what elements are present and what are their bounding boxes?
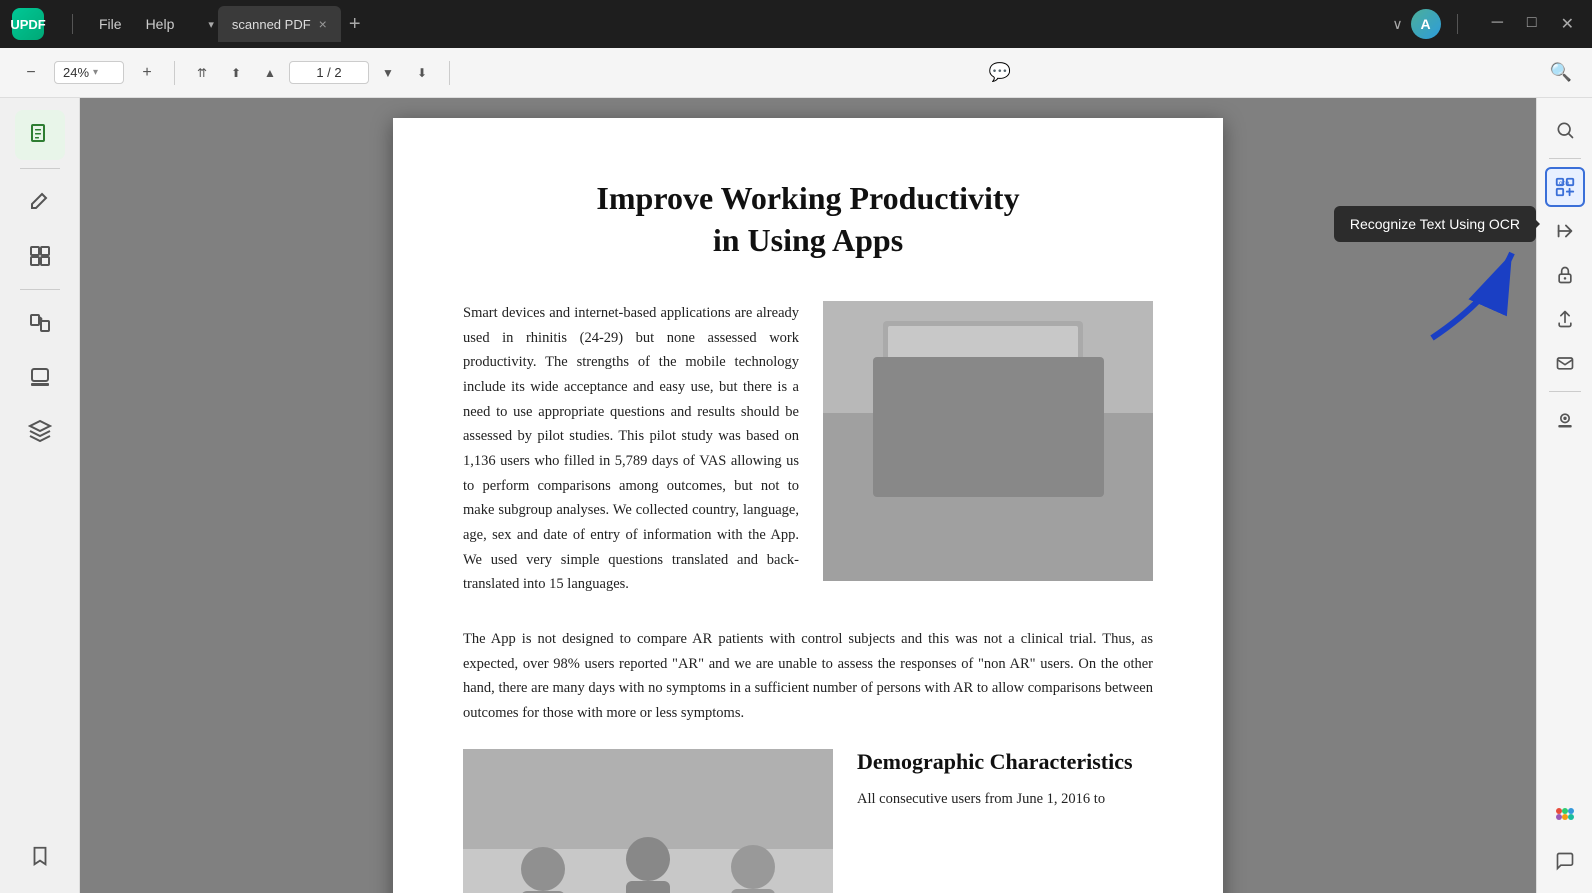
pdf-paragraph-3: All consecutive users from June 1, 2016 … <box>857 787 1153 812</box>
sidebar-item-stamp[interactable] <box>15 352 65 402</box>
zoom-out-button[interactable]: − <box>16 58 46 88</box>
pdf-area[interactable]: Improve Working Productivity in Using Ap… <box>80 98 1536 893</box>
page-navigation: ⇈ ⬆ ▲ ▼ ⬇ <box>187 58 437 88</box>
right-search-icon <box>1555 120 1575 140</box>
right-sep-1 <box>1549 158 1581 159</box>
titlebar-divider <box>72 14 73 34</box>
tab-scanned-pdf[interactable]: scanned PDF × <box>218 6 341 42</box>
convert-icon <box>28 311 52 335</box>
meeting-scene-graphic <box>823 301 1153 581</box>
apps-button[interactable] <box>1545 797 1585 837</box>
nav-prev-button[interactable]: ▲ <box>255 58 285 88</box>
apps-icon <box>1553 805 1577 829</box>
right-sidebar-bottom <box>1545 797 1585 881</box>
sidebar-item-bookmark[interactable] <box>15 831 65 881</box>
pdf-section-title: Demographic Characteristics <box>857 749 1153 775</box>
convert-export-icon <box>1554 220 1576 242</box>
app-logo[interactable]: UPDF <box>12 8 44 40</box>
pdf-content-row: Smart devices and internet-based applica… <box>463 301 1153 597</box>
email-button[interactable] <box>1545 343 1585 383</box>
ocr-icon: OCR <box>1554 176 1576 198</box>
titlebar-right: ∨ A ─ □ ✕ <box>1392 9 1580 39</box>
bookmark-icon <box>29 845 51 867</box>
stamp-button[interactable] <box>1545 400 1585 440</box>
meeting-svg <box>823 301 1153 581</box>
tab-label: scanned PDF <box>232 17 311 32</box>
comment-button[interactable]: 💬 <box>983 56 1017 90</box>
close-button[interactable]: ✕ <box>1555 12 1580 36</box>
titlebar-right-divider <box>1457 14 1458 34</box>
share-button[interactable] <box>1545 299 1585 339</box>
convert-export-button[interactable] <box>1545 211 1585 251</box>
search-icon-btn[interactable]: 🔍 <box>1546 58 1576 88</box>
edit-icon <box>28 190 52 214</box>
titlebar: UPDF File Help ▾ scanned PDF × + ∨ A ─ □… <box>0 0 1592 48</box>
zoom-display[interactable]: 24% ▾ <box>54 61 124 84</box>
pdf-paragraph-2: The App is not designed to compare AR pa… <box>463 627 1153 726</box>
stamp2-icon <box>1555 410 1575 430</box>
chat-button[interactable] <box>1545 841 1585 881</box>
sidebar-item-organize[interactable] <box>15 231 65 281</box>
svg-text:OCR: OCR <box>1559 180 1570 185</box>
sidebar-item-convert[interactable] <box>15 298 65 348</box>
pdf-page: Improve Working Productivity in Using Ap… <box>393 118 1223 893</box>
zoom-level-text: 24% <box>63 65 89 80</box>
right-search-button[interactable] <box>1545 110 1585 150</box>
ocr-button[interactable]: OCR <box>1545 167 1585 207</box>
titlebar-menu: File Help <box>89 12 184 36</box>
pdf-title: Improve Working Productivity in Using Ap… <box>463 178 1153 261</box>
toolbar-separator-1 <box>174 61 175 85</box>
left-sidebar <box>0 98 80 893</box>
left-sidebar-bottom <box>15 831 65 881</box>
zoom-in-icon: + <box>142 64 151 82</box>
window-chevron-icon[interactable]: ∨ <box>1392 16 1402 33</box>
right-sep-2 <box>1549 391 1581 392</box>
lock-icon <box>1555 265 1575 285</box>
window-controls: ─ □ ✕ <box>1486 12 1580 36</box>
chat-icon <box>1555 851 1575 871</box>
pdf-bottom-image <box>463 749 833 893</box>
sidebar-item-layers[interactable] <box>15 406 65 456</box>
stamp-icon <box>28 365 52 389</box>
nav-next-next-button[interactable]: ⬇ <box>407 58 437 88</box>
menu-help[interactable]: Help <box>136 12 185 36</box>
right-sidebar: Recognize Text Using OCR O <box>1536 98 1592 893</box>
left-sidebar-sep-1 <box>20 168 60 169</box>
organize-icon <box>28 244 52 268</box>
minimize-button[interactable]: ─ <box>1486 12 1509 36</box>
tab-bar: ▾ scanned PDF × + <box>208 6 1384 42</box>
toolbar: − 24% ▾ + ⇈ ⬆ ▲ ▼ ⬇ 💬 🔍 <box>0 48 1592 98</box>
lock-button[interactable] <box>1545 255 1585 295</box>
tab-add-button[interactable]: + <box>349 14 361 34</box>
share-icon <box>1555 309 1575 329</box>
tab-close-button[interactable]: × <box>319 17 327 31</box>
email-icon <box>1555 353 1575 373</box>
zoom-dropdown-icon: ▾ <box>93 67 98 78</box>
maximize-button[interactable]: □ <box>1521 12 1543 36</box>
bottom-image-svg <box>463 749 833 893</box>
search-button[interactable]: 🔍 <box>1546 58 1576 88</box>
zoom-out-icon: − <box>26 64 35 82</box>
sidebar-item-edit[interactable] <box>15 177 65 227</box>
nav-first-button[interactable]: ⇈ <box>187 58 217 88</box>
sidebar-item-document-view[interactable] <box>15 110 65 160</box>
zoom-in-button[interactable]: + <box>132 58 162 88</box>
layers-icon <box>28 419 52 443</box>
toolbar-separator-2 <box>449 61 450 85</box>
pdf-bottom-row: Demographic Characteristics All consecut… <box>463 749 1153 893</box>
comment-icon: 💬 <box>989 62 1011 83</box>
main-layout: Improve Working Productivity in Using Ap… <box>0 98 1592 893</box>
nav-next-button[interactable]: ▼ <box>373 58 403 88</box>
logo-icon: UPDF <box>12 8 44 40</box>
pdf-paragraph-1: Smart devices and internet-based applica… <box>463 301 799 597</box>
user-avatar[interactable]: A <box>1411 9 1441 39</box>
tab-dropdown-icon[interactable]: ▾ <box>208 18 214 31</box>
menu-file[interactable]: File <box>89 12 132 36</box>
document-view-icon <box>28 123 52 147</box>
nav-prev-prev-button[interactable]: ⬆ <box>221 58 251 88</box>
page-input[interactable] <box>289 61 369 84</box>
left-sidebar-sep-2 <box>20 289 60 290</box>
pdf-bottom-section: Demographic Characteristics All consecut… <box>857 749 1153 893</box>
pdf-meeting-image <box>823 301 1153 581</box>
